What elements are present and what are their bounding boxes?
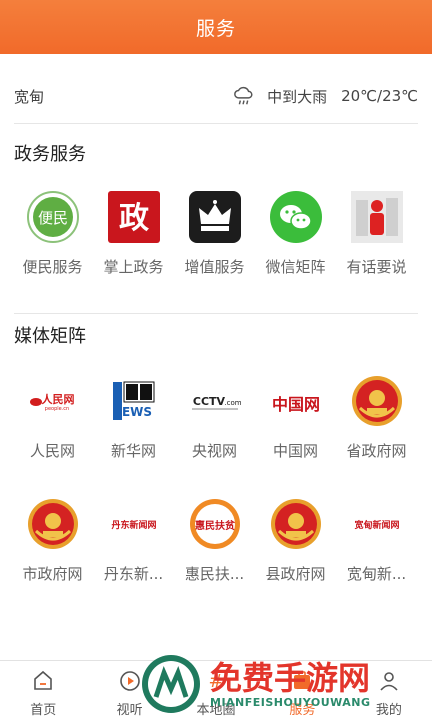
watermark-en: MIANFEISHOUYOUWANG: [210, 695, 371, 709]
kuandian-logo: 宽甸新闻网: [350, 497, 404, 551]
media-county[interactable]: 县政府网: [255, 497, 336, 584]
svg-text:EWS: EWS: [121, 405, 151, 419]
divider: [14, 123, 418, 124]
city-name[interactable]: 宽甸: [14, 86, 233, 107]
cctv-logo: CCTV .com: [188, 374, 242, 428]
service-label: 掌上政务: [103, 258, 164, 276]
media-label: 新华网: [110, 442, 156, 460]
bianmin-logo-text: 便民: [37, 209, 67, 227]
huimin-logo: 惠民扶贫: [188, 497, 242, 551]
cctv-logo-com: .com: [224, 399, 241, 407]
dandong-logo-text: 丹东新闻网: [111, 519, 156, 531]
page-title: 服务: [195, 17, 236, 40]
section-title-gov: 政务服务: [14, 144, 86, 165]
media-row-1: 人民网 people.cn 人民网 EWS 新华网 CCTV .com 央视网: [0, 374, 432, 461]
bianmin-icon: 便民: [26, 190, 80, 244]
weather-description: 中到大雨: [267, 87, 328, 106]
media-label: 县政府网: [265, 565, 326, 583]
wechat-icon: [269, 190, 323, 244]
tab-label: 视听: [116, 703, 143, 718]
media-huimin[interactable]: 惠民扶贫 惠民扶...: [174, 497, 255, 584]
media-city[interactable]: 市政府网: [12, 497, 93, 584]
media-label: 丹东新...: [103, 565, 164, 583]
people-logo: 人民网 people.cn: [26, 374, 80, 428]
service-label: 微信矩阵: [265, 258, 326, 276]
cctv-logo-text: CCTV: [192, 395, 225, 408]
media-people[interactable]: 人民网 people.cn 人民网: [12, 374, 93, 461]
cloud-rain-icon: [234, 86, 253, 105]
emblem-icon: [350, 374, 404, 428]
watermark-logo-icon: [142, 655, 200, 713]
media-cctv[interactable]: CCTV .com 央视网: [174, 374, 255, 461]
media-china[interactable]: 中国网 中国网: [255, 374, 336, 461]
temperature: 20℃/23℃: [341, 87, 418, 105]
kuandian-logo-text: 宽甸新闻网: [353, 519, 399, 531]
media-label: 人民网: [29, 442, 75, 460]
zheng-icon: 政: [107, 190, 161, 244]
media-label: 惠民扶...: [184, 565, 245, 583]
media-label: 省政府网: [346, 442, 407, 460]
media-dandong[interactable]: 丹东新闻网 丹东新...: [93, 497, 174, 584]
service-label: 增值服务: [184, 258, 245, 276]
emblem-icon: [26, 497, 80, 551]
media-label: 宽甸新...: [346, 565, 407, 583]
media-label: 市政府网: [22, 565, 83, 583]
service-zhengwu[interactable]: 政 掌上政务: [93, 190, 174, 277]
speak-icon: [350, 190, 404, 244]
media-row-2: 市政府网 丹东新闻网 丹东新... 惠民扶贫 惠民扶... 县政府网 宽甸新闻网…: [0, 497, 432, 584]
media-xinhua[interactable]: EWS 新华网: [93, 374, 174, 461]
watermark: 免费手游网 MIANFEISHOUYOUWANG: [140, 648, 432, 720]
service-label: 有话要说: [346, 258, 407, 276]
tab-label: 首页: [30, 703, 57, 718]
crown-icon: [188, 190, 242, 244]
huimin-logo-text: 惠民扶贫: [195, 519, 236, 532]
top-header: 服务: [0, 0, 432, 54]
service-wechat[interactable]: 微信矩阵: [255, 190, 336, 277]
service-speak[interactable]: 有话要说: [336, 190, 417, 277]
emblem-icon: [269, 497, 323, 551]
dandong-logo: 丹东新闻网: [107, 497, 161, 551]
xinhua-logo: EWS: [107, 374, 161, 428]
media-kuandian[interactable]: 宽甸新闻网 宽甸新...: [336, 497, 417, 584]
play-icon: [119, 671, 140, 691]
section-title-media: 媒体矩阵: [14, 326, 86, 347]
media-province[interactable]: 省政府网: [336, 374, 417, 461]
china-logo-text: 中国网: [271, 395, 319, 414]
zheng-logo-text: 政: [119, 201, 149, 236]
china-logo: 中国网: [269, 374, 323, 428]
media-label: 央视网: [191, 442, 237, 460]
service-label: 便民服务: [22, 258, 83, 276]
people-logo-url: people.cn: [44, 406, 68, 412]
people-logo-text: 人民网: [41, 392, 74, 406]
media-label: 中国网: [272, 442, 318, 460]
tab-home[interactable]: 首页: [0, 661, 86, 720]
watermark-cn: 免费手游网: [210, 658, 371, 697]
weather-bar: 宽甸 中到大雨 20℃/23℃: [0, 70, 432, 122]
service-zengzhi[interactable]: 增值服务: [174, 190, 255, 277]
gov-services-row: 便民 便民服务 政 掌上政务 增值服务 微信矩阵 有话要说: [0, 190, 432, 277]
divider: [14, 313, 418, 314]
service-bianmin[interactable]: 便民 便民服务: [12, 190, 93, 277]
home-icon: [34, 670, 53, 690]
